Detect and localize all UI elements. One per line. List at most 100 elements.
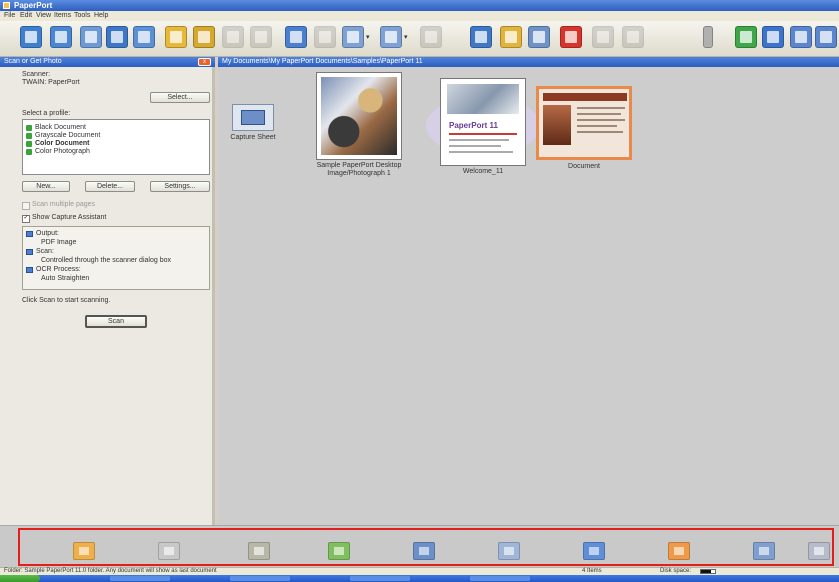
menu-tools[interactable]: Tools [74,12,90,19]
welcome-text-line [449,139,509,141]
paste-icon [250,26,272,48]
status-folder-text: Folder: Sample PaperPort 11.0 folder. An… [4,568,217,574]
document-text-line [577,125,617,127]
unstack-icon[interactable] [500,26,522,48]
taskbar-button[interactable] [110,576,170,581]
summary-icon [26,231,33,237]
menu-items[interactable]: Items [54,12,71,19]
capture-sheet-thumbnail[interactable] [232,104,274,131]
scan-multiple-checkbox[interactable] [22,202,30,210]
new-folder-icon[interactable] [193,26,215,48]
capture-assistant-checkbox[interactable]: ✓ [22,215,30,223]
menu-view[interactable]: View [36,12,51,19]
chevron-down-icon[interactable]: ▾ [366,33,370,41]
cd-app-glyph [814,547,824,555]
scan-pane-header: Scan or Get Photo x [0,57,215,67]
zoom-glyph [385,31,397,43]
menu-edit[interactable]: Edit [20,12,32,19]
folder-path: My Documents\My PaperPort Documents\Samp… [222,58,423,65]
welcome-document-thumbnail[interactable]: PaperPort 11 [440,78,526,166]
taskbar-button[interactable] [230,576,290,581]
send-to-icon[interactable] [735,26,757,48]
monitor-app-icon[interactable] [583,542,605,560]
welcome-image [447,84,519,114]
back-glyph [795,31,807,43]
get-items-icon[interactable] [50,26,72,48]
chevron-down-icon[interactable]: ▾ [404,33,408,41]
page-glyph [85,31,97,43]
spreadsheet-app-icon[interactable] [328,542,350,560]
document-thumbnail[interactable] [536,86,632,160]
help-glyph [767,31,779,43]
document-text-line [577,113,621,115]
select-scanner-button[interactable]: Select... [150,92,210,103]
printer-app-icon[interactable] [753,542,775,560]
chevron-down-icon[interactable] [703,26,713,48]
edit-app-icon[interactable] [498,542,520,560]
photo-label: Sample PaperPort Desktop Image/Photograp… [316,162,402,177]
copy-icon[interactable] [133,26,155,48]
folder-icon[interactable] [165,26,187,48]
scan-button[interactable]: Scan [85,315,147,328]
summary-line: PDF Image [41,239,77,246]
document-label: Document [568,163,600,170]
disk-space-fill [701,570,711,573]
document-text-line [577,119,625,121]
stack-glyph [475,31,487,43]
window-app-icon[interactable] [158,542,180,560]
delete-icon[interactable] [560,26,582,48]
delete-profile-button[interactable]: Delete... [85,181,135,192]
profile-list[interactable]: Black Document Grayscale Document Color Do… [22,119,210,175]
search-icon [622,26,644,48]
profile-item[interactable]: Color Document [25,140,205,148]
scan-pane-title: Scan or Get Photo [4,58,62,65]
profile-label: Grayscale Document [35,132,101,139]
delete-glyph [565,31,577,43]
copy-glyph [138,31,150,43]
unstack-glyph [505,31,517,43]
pdf-app-icon[interactable] [668,542,690,560]
capture-assistant-label: Show Capture Assistant [32,214,107,221]
close-pane-button[interactable]: x [198,58,211,66]
monitor-app-glyph [589,547,599,555]
profile-label: Black Document [35,124,86,131]
scanner-label: Scanner: [22,71,51,78]
back-icon[interactable] [790,26,812,48]
welcome-logo: PaperPort 11 [449,121,498,130]
folder-app-icon[interactable] [73,542,95,560]
page-icon[interactable] [80,26,102,48]
pdf-app-glyph [674,547,684,555]
menu-help[interactable]: Help [94,12,108,19]
document-text-line [577,107,625,109]
email-app-glyph [419,547,429,555]
thumbnails-glyph [319,31,331,43]
profile-icon [26,133,32,139]
view-icon[interactable] [285,26,307,48]
properties-icon[interactable] [528,26,550,48]
start-button[interactable] [0,575,40,582]
send-to-bar [0,525,839,567]
undo-glyph [597,31,609,43]
open-icon[interactable] [106,26,128,48]
profile-item[interactable]: Color Photograph [25,148,205,156]
profile-item[interactable]: Black Document [25,124,205,132]
scan-icon[interactable] [20,26,42,48]
stack-icon[interactable] [470,26,492,48]
taskbar-button[interactable] [350,576,410,581]
new-profile-button[interactable]: New... [22,181,70,192]
scan-multiple-label: Scan multiple pages [32,201,96,208]
cd-app-icon[interactable] [808,542,830,560]
pen-app-icon[interactable] [248,542,270,560]
summary-icon [26,249,33,255]
photo-thumbnail[interactable] [316,72,402,160]
title-bar: PaperPort [0,0,839,11]
taskbar-button[interactable] [470,576,530,581]
help-icon[interactable] [762,26,784,48]
forward-icon[interactable] [815,26,837,48]
settings-button[interactable]: Settings... [150,181,210,192]
email-app-icon[interactable] [413,542,435,560]
page-view-icon[interactable] [342,26,364,48]
menu-file[interactable]: File [4,12,15,19]
profile-item[interactable]: Grayscale Document [25,132,205,140]
zoom-icon[interactable] [380,26,402,48]
